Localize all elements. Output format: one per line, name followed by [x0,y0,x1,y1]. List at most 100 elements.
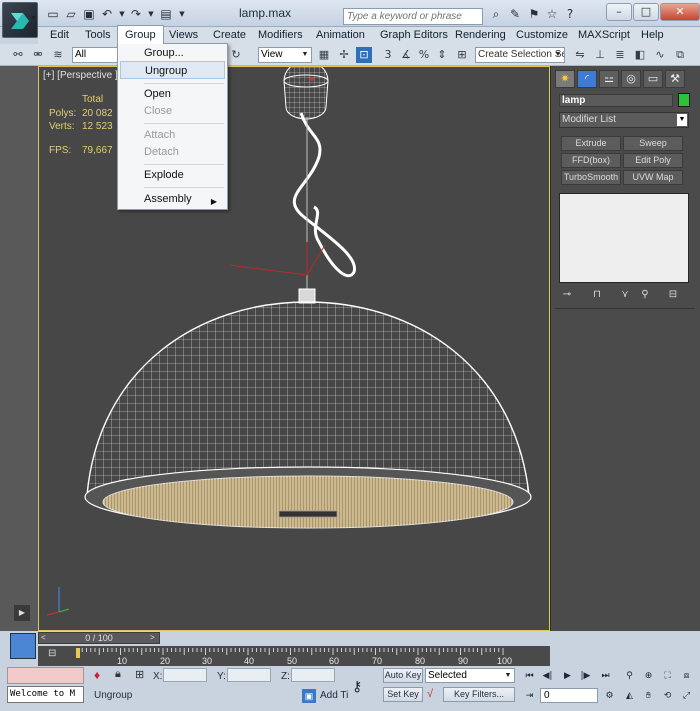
select-and-link-icon[interactable]: ⚯ [10,47,26,63]
key-filters-button[interactable]: Key Filters... [443,687,515,702]
curve-editor-icon[interactable]: ∿ [652,47,668,63]
save-icon[interactable]: ▣ [81,6,97,22]
current-frame-field[interactable]: 0 [540,688,598,703]
minimize-button[interactable]: – [606,3,632,21]
auto-key-button[interactable]: Auto Key [383,668,423,683]
perspective-viewport[interactable]: [+] [Perspective ] [ Total Polys: 20 082… [38,66,550,631]
go-to-end-icon[interactable]: ⏭ [598,669,613,683]
edit-named-selection-icon[interactable]: ⊞ [454,47,470,63]
go-to-start-icon[interactable]: ⏮ [522,669,537,683]
subscription-icon[interactable]: ✎ [507,6,523,22]
menu-graph-editors[interactable]: Graph Editors [375,27,453,44]
menu-item-attach[interactable]: Attach [120,126,225,144]
menu-group[interactable]: Group [117,25,164,44]
rotate-icon[interactable]: ↻ [228,47,244,63]
lamp-wireframe-model[interactable] [39,67,550,631]
isolate-selection-icon[interactable]: ▣ [302,689,316,703]
add-time-tag[interactable]: Add Ti [320,690,348,701]
maxscript-mini-listener[interactable] [7,667,84,684]
help-icon[interactable]: ? [562,6,578,22]
favorites-icon[interactable]: ☆ [544,6,560,22]
menu-item-explode[interactable]: Explode [120,166,225,184]
menu-item-open[interactable]: Open [120,85,225,103]
pin-stack-icon[interactable]: ⊸ [559,288,575,302]
menu-create[interactable]: Create [208,27,251,44]
menu-maxscript[interactable]: MAXScript [573,27,635,44]
graphite-toolbar-icon[interactable]: ◧ [632,47,648,63]
search-input[interactable] [343,8,483,25]
z-coordinate-field[interactable] [291,668,335,682]
previous-frame-icon[interactable]: ◀| [540,669,555,683]
extrude-button[interactable]: Extrude [561,136,621,151]
schematic-view-icon[interactable]: ⧉ [672,47,688,63]
menu-item-ungroup[interactable]: Ungroup [120,61,225,79]
unlink-icon[interactable]: ⚮ [30,47,46,63]
y-coordinate-field[interactable] [227,668,271,682]
zoom-extents-icon[interactable]: ⛶ [660,669,675,683]
menu-help[interactable]: Help [636,27,669,44]
snaps-toggle-icon[interactable]: 3 [380,47,396,63]
redo-dropdown-icon[interactable]: ▼ [143,6,159,22]
modify-tab-icon[interactable]: ◜ [577,70,597,88]
menu-item-assembly[interactable]: Assembly ▶ [120,190,225,208]
undo-icon[interactable]: ↶ [99,6,115,22]
new-icon[interactable]: ▭ [45,6,61,22]
x-coordinate-field[interactable] [163,668,207,682]
close-button[interactable]: ✕ [660,3,700,21]
maximize-viewport-icon[interactable]: ⤢ [679,689,694,703]
maxscript-listener-input[interactable]: Welcome to M [7,686,84,703]
project-folder-icon[interactable]: ▤ [158,6,174,22]
binoculars-icon[interactable]: ⌕ [488,6,504,22]
display-tab-icon[interactable]: ▭ [643,70,663,88]
configure-modifier-sets-icon[interactable]: ⊟ [665,288,681,302]
move-gizmo-icon[interactable]: ✢ [336,47,352,63]
next-frame-icon[interactable]: |▶ [578,669,593,683]
key-set-select[interactable]: Selected ▼ [425,668,515,683]
menu-tools[interactable]: Tools [80,27,116,44]
menu-views[interactable]: Views [164,27,203,44]
object-color-swatch[interactable] [678,93,690,107]
utilities-tab-icon[interactable]: ⚒ [665,70,685,88]
menu-edit[interactable]: Edit [45,27,74,44]
menu-animation[interactable]: Animation [311,27,370,44]
menu-modifiers[interactable]: Modifiers [253,27,308,44]
show-end-result-icon[interactable]: ⊓ [589,288,605,302]
zoom-extents-all-icon[interactable]: ⧈ [679,669,694,683]
uvw-map-button[interactable]: UVW Map [623,170,683,185]
orbit-icon[interactable]: ⟲ [660,689,675,703]
spinner-snap-icon[interactable]: ⇕ [434,47,450,63]
pivot-center-icon[interactable]: ▦ [316,47,332,63]
set-key-button[interactable]: Set Key [383,687,423,702]
menu-rendering[interactable]: Rendering [450,27,511,44]
mirror-icon[interactable]: ⇋ [572,47,588,63]
edit-poly-button[interactable]: Edit Poly [623,153,683,168]
hierarchy-tab-icon[interactable]: ⚍ [599,70,619,88]
absolute-mode-icon[interactable]: ⊞ [135,668,144,681]
percent-snap-icon[interactable]: % [416,47,432,63]
angle-snap-icon[interactable]: ∡ [398,47,414,63]
make-unique-icon[interactable]: ⋎ [617,288,633,302]
bind-space-warp-icon[interactable]: ≋ [50,47,66,63]
track-bar-filter-icon[interactable]: ⊟ [48,648,56,659]
reference-coordinate-select[interactable]: View ▼ [258,47,312,63]
communication-center-icon[interactable]: ⚑ [526,6,542,22]
zoom-icon[interactable]: ⚲ [622,669,637,683]
time-configuration-icon[interactable]: ⚙ [602,689,617,703]
keyboard-shortcut-override-icon[interactable]: ⊡ [356,47,372,63]
maximize-button[interactable]: □ [633,3,659,21]
menu-item-detach[interactable]: Detach [120,143,225,161]
selection-filter-select[interactable]: All [72,47,120,63]
layer-manager-icon[interactable]: ≣ [612,47,628,63]
field-of-view-icon[interactable]: ◭ [622,689,637,703]
pan-icon[interactable]: ✋︎ [641,689,656,703]
expand-panel-icon[interactable]: ▶ [14,605,30,621]
menu-customize[interactable]: Customize [511,27,573,44]
set-key-mode-icon[interactable]: ⚷ [352,678,362,695]
selection-lock-pin-icon[interactable]: ♦ [94,668,100,682]
modifier-list-select[interactable]: Modifier List ▼ [559,112,689,128]
key-mode-toggle-icon[interactable]: ⇥ [522,689,537,703]
viewport-layout-icon[interactable] [10,633,36,659]
align-icon[interactable]: ⊥ [592,47,608,63]
redo-icon[interactable]: ↷ [128,6,144,22]
zoom-all-icon[interactable]: ⊕ [641,669,656,683]
